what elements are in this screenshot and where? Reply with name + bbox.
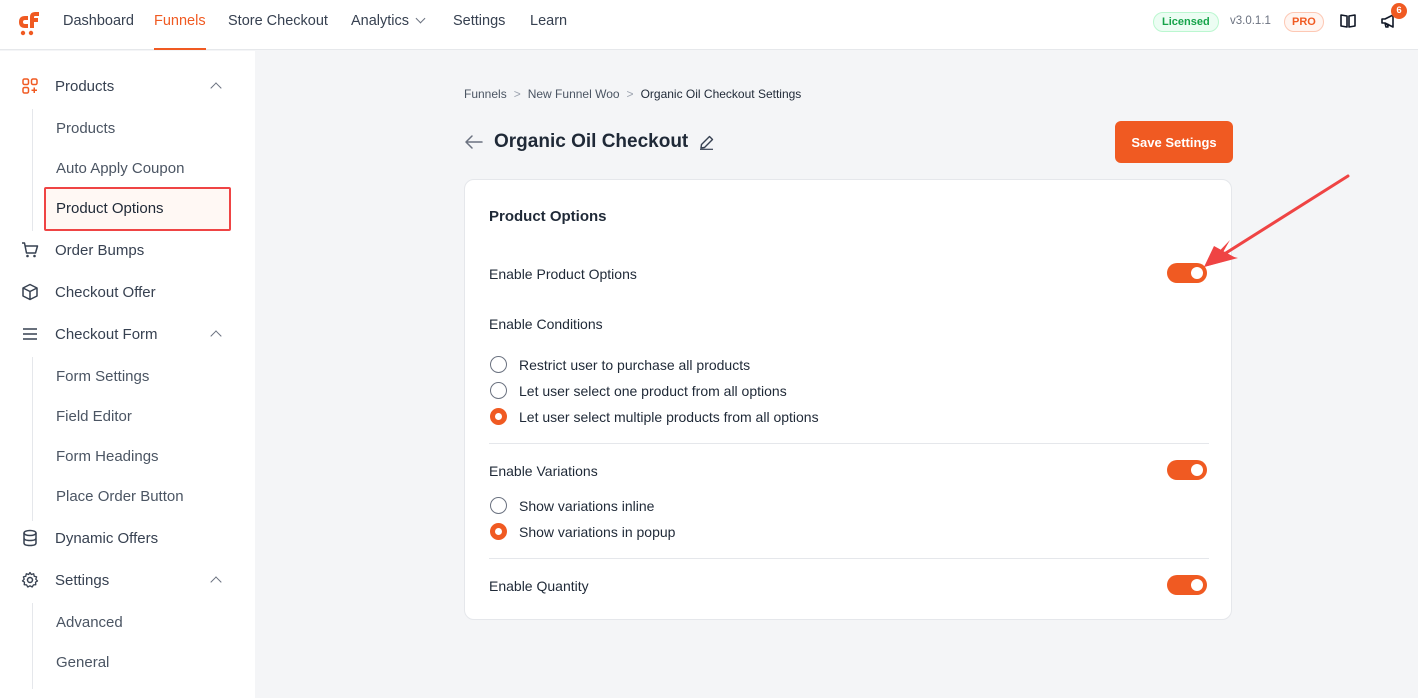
- top-navbar: Dashboard Funnels Store Checkout Analyti…: [0, 0, 1418, 50]
- breadcrumb-funnel[interactable]: New Funnel Woo: [528, 87, 620, 101]
- cartflows-logo-icon[interactable]: [14, 9, 42, 37]
- breadcrumb-current: Organic Oil Checkout Settings: [640, 87, 802, 101]
- sidebar-item-label: Checkout Offer: [55, 284, 156, 301]
- sidebar-item-dynamic-offers[interactable]: Dynamic Offers: [0, 521, 255, 555]
- divider: [489, 443, 1209, 444]
- enable-variations-toggle[interactable]: [1167, 460, 1207, 480]
- radio-label: Let user select multiple products from a…: [519, 409, 819, 425]
- product-options-card: Product Options Enable Product Options E…: [464, 179, 1232, 620]
- sidebar-subitem-advanced[interactable]: Advanced: [56, 614, 123, 631]
- sidebar-subitem-label: Product Options: [56, 200, 164, 217]
- nav-dashboard[interactable]: Dashboard: [63, 0, 134, 50]
- page-title: Organic Oil Checkout: [494, 131, 689, 152]
- pro-badge: PRO: [1284, 12, 1324, 32]
- enable-quantity-toggle[interactable]: [1167, 575, 1207, 595]
- radio-label: Restrict user to purchase all products: [519, 357, 751, 373]
- divider: [489, 558, 1209, 559]
- sidebar-item-checkout-offer[interactable]: Checkout Offer: [0, 275, 255, 309]
- edit-pencil-icon[interactable]: [699, 135, 714, 150]
- sidebar-item-label: Products: [55, 78, 115, 95]
- sidebar-item-order-bumps[interactable]: Order Bumps: [0, 233, 255, 267]
- chevron-up-icon: [210, 576, 222, 588]
- breadcrumb-separator: >: [513, 87, 521, 101]
- box-icon: [22, 283, 38, 301]
- radio-label: Show variations in popup: [519, 524, 676, 540]
- radio-button-checked[interactable]: [490, 408, 507, 425]
- sidebar-item-label: Dynamic Offers: [55, 530, 159, 547]
- enable-conditions-label: Enable Conditions: [489, 316, 603, 332]
- sidebar: Products Products Auto Apply Coupon Prod…: [0, 51, 255, 698]
- radio-button[interactable]: [490, 382, 507, 399]
- nav-analytics[interactable]: Analytics: [351, 0, 426, 50]
- toggle-knob: [1191, 464, 1203, 476]
- cart-icon: [22, 242, 39, 258]
- card-title: Product Options: [489, 208, 607, 225]
- breadcrumb-separator: >: [626, 87, 634, 101]
- nav-learn[interactable]: Learn: [530, 0, 567, 50]
- radio-label: Let user select one product from all opt…: [519, 383, 787, 399]
- submenu-line: [32, 603, 33, 689]
- book-icon[interactable]: [1339, 12, 1357, 30]
- products-grid-icon: [22, 78, 38, 94]
- nav-funnels[interactable]: Funnels: [154, 0, 206, 50]
- nav-analytics-label: Analytics: [351, 13, 410, 29]
- chevron-up-icon: [210, 82, 222, 94]
- nav-settings[interactable]: Settings: [453, 0, 505, 50]
- sidebar-subitem-field-editor[interactable]: Field Editor: [56, 408, 132, 425]
- nav-store-checkout[interactable]: Store Checkout: [228, 0, 328, 50]
- enable-product-options-label: Enable Product Options: [489, 266, 637, 282]
- menu-lines-icon: [23, 328, 37, 340]
- sidebar-item-label: Order Bumps: [55, 242, 145, 259]
- breadcrumb: Funnels > New Funnel Woo > Organic Oil Check…: [464, 87, 801, 101]
- sidebar-subitem-products[interactable]: Products: [56, 120, 115, 137]
- chevron-up-icon: [210, 330, 222, 342]
- sidebar-item-checkout-form[interactable]: Checkout Form: [0, 317, 255, 351]
- version-label: v3.0.1.1: [1230, 15, 1271, 27]
- radio-button-checked[interactable]: [490, 523, 507, 540]
- sidebar-subitem-form-headings[interactable]: Form Headings: [56, 448, 159, 465]
- radio-button[interactable]: [490, 497, 507, 514]
- sidebar-subitem-general[interactable]: General: [56, 654, 109, 671]
- breadcrumb-funnels[interactable]: Funnels: [464, 87, 507, 101]
- sidebar-subitem-auto-apply-coupon[interactable]: Auto Apply Coupon: [56, 160, 184, 177]
- database-icon: [23, 529, 37, 547]
- sidebar-subitem-product-options[interactable]: Product Options: [44, 187, 231, 231]
- save-settings-button[interactable]: Save Settings: [1115, 121, 1233, 163]
- sidebar-item-label: Checkout Form: [55, 326, 158, 343]
- annotation-arrow-icon: [1204, 174, 1350, 267]
- enable-variations-label: Enable Variations: [489, 463, 598, 479]
- radio-label: Show variations inline: [519, 498, 655, 514]
- radio-button[interactable]: [490, 356, 507, 373]
- submenu-line: [32, 357, 33, 521]
- toggle-knob: [1191, 579, 1203, 591]
- submenu-line: [32, 109, 33, 231]
- enable-quantity-label: Enable Quantity: [489, 578, 589, 594]
- sidebar-item-settings[interactable]: Settings: [0, 563, 255, 597]
- chevron-down-icon: [415, 13, 426, 24]
- notification-count-badge: 6: [1391, 3, 1407, 19]
- gear-icon: [21, 571, 39, 588]
- sidebar-subitem-form-settings[interactable]: Form Settings: [56, 368, 149, 385]
- sidebar-item-label: Settings: [55, 572, 110, 589]
- licensed-badge: Licensed: [1153, 12, 1219, 32]
- back-arrow-icon[interactable]: [464, 133, 484, 151]
- sidebar-subitem-place-order-button[interactable]: Place Order Button: [56, 488, 184, 505]
- sidebar-item-products[interactable]: Products: [0, 69, 255, 103]
